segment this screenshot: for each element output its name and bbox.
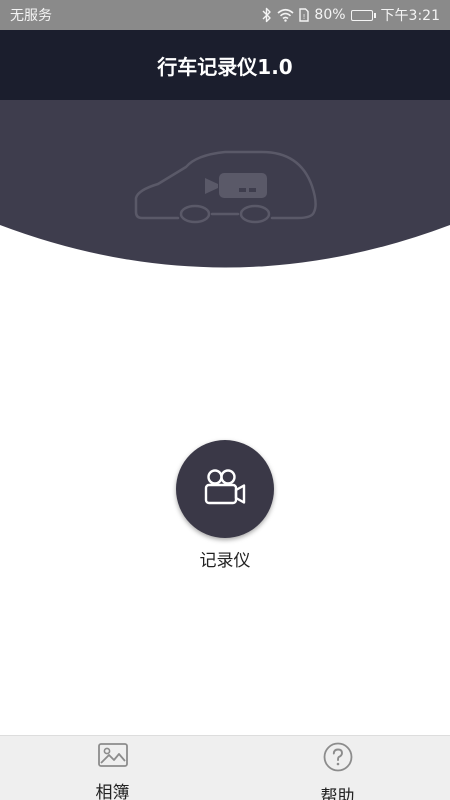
- battery-icon: [350, 9, 376, 21]
- status-bar: 无服务 ! 80% 下午3:21: [0, 0, 450, 30]
- clock-text: 下午3:21: [380, 8, 440, 24]
- tab-album[interactable]: 相簿: [0, 736, 225, 800]
- tab-album-label: 相簿: [95, 783, 130, 800]
- battery-percent: 80%: [314, 7, 346, 23]
- recorder-button[interactable]: [176, 440, 274, 538]
- bluetooth-icon: [262, 7, 272, 23]
- wifi-icon: [277, 8, 294, 22]
- bottom-nav: 相簿 帮助: [0, 735, 450, 800]
- svg-text:!: !: [303, 13, 306, 21]
- sim-icon: !: [299, 8, 310, 22]
- video-camera-icon: [203, 467, 247, 511]
- app-header: 行车记录仪1.0: [0, 30, 450, 100]
- tab-help[interactable]: 帮助: [225, 736, 450, 800]
- tab-help-label: 帮助: [320, 787, 355, 800]
- hero-banner: [0, 100, 450, 275]
- page-title: 行车记录仪1.0: [157, 54, 293, 79]
- status-icons: ! 80% 下午3:21: [262, 5, 440, 25]
- help-icon: [322, 742, 354, 776]
- carrier-text: 无服务: [10, 8, 52, 24]
- image-icon: [97, 742, 129, 772]
- recorder-entry: 记录仪: [0, 440, 450, 571]
- recorder-label: 记录仪: [199, 551, 251, 571]
